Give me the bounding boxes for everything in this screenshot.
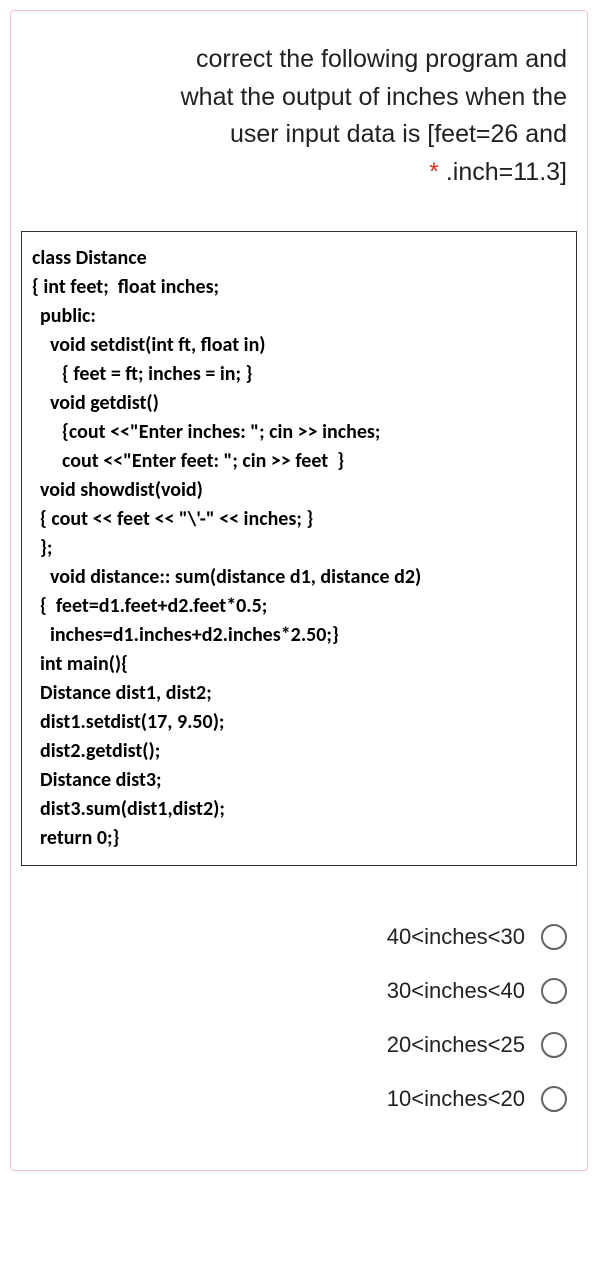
option-2[interactable]: 30<inches<40: [31, 978, 567, 1004]
code-line: };: [32, 534, 566, 563]
options-group: 40<inches<30 30<inches<40 20<inches<25 1…: [11, 886, 587, 1170]
radio-icon[interactable]: [541, 924, 567, 950]
question-line-2: what the output of inches when the: [181, 83, 567, 111]
code-line: void setdist(int ft, float in): [32, 331, 566, 360]
code-line: { feet=d1.feet+d2.feet*0.5;: [32, 592, 566, 621]
option-4[interactable]: 10<inches<20: [31, 1086, 567, 1112]
question-line-4: .inch=11.3]: [446, 158, 567, 186]
code-line: cout <<"Enter feet: "; cin >> feet }: [32, 447, 566, 476]
code-line: int main(){: [32, 650, 566, 679]
question-text: correct the following program and what t…: [31, 41, 567, 191]
code-line: inches=d1.inches+d2.inches*2.50;}: [32, 621, 566, 650]
code-line: public:: [32, 302, 566, 331]
code-line: class Distance: [32, 244, 566, 273]
question-text-section: correct the following program and what t…: [11, 11, 587, 211]
option-4-label: 10<inches<20: [387, 1086, 525, 1112]
option-1[interactable]: 40<inches<30: [31, 924, 567, 950]
code-line: dist1.setdist(17, 9.50);: [32, 708, 566, 737]
code-line: void distance:: sum(distance d1, distanc…: [32, 563, 566, 592]
code-line: void showdist(void): [32, 476, 566, 505]
question-line-1: correct the following program and: [196, 45, 567, 73]
code-line: dist2.getdist();: [32, 737, 566, 766]
radio-icon[interactable]: [541, 1086, 567, 1112]
code-line: {cout <<"Enter inches: "; cin >> inches;: [32, 418, 566, 447]
option-3-label: 20<inches<25: [387, 1032, 525, 1058]
code-line: dist3.sum(dist1,dist2);: [32, 795, 566, 824]
code-line: { int feet; float inches;: [32, 273, 566, 302]
code-line: Distance dist3;: [32, 766, 566, 795]
option-2-label: 30<inches<40: [387, 978, 525, 1004]
code-line: { feet = ft; inches = in; }: [32, 360, 566, 389]
question-card: correct the following program and what t…: [10, 10, 588, 1171]
code-line: return 0;}: [32, 824, 566, 853]
radio-icon[interactable]: [541, 1032, 567, 1058]
code-line: void getdist(): [32, 389, 566, 418]
option-1-label: 40<inches<30: [387, 924, 525, 950]
code-line: { cout << feet << "\'-" << inches; }: [32, 505, 566, 534]
option-3[interactable]: 20<inches<25: [31, 1032, 567, 1058]
question-line-3: user input data is [feet=26 and: [230, 120, 567, 148]
code-block: class Distance { int feet; float inches;…: [21, 231, 577, 866]
radio-icon[interactable]: [541, 978, 567, 1004]
code-line: Distance dist1, dist2;: [32, 679, 566, 708]
required-asterisk: *: [429, 158, 439, 186]
